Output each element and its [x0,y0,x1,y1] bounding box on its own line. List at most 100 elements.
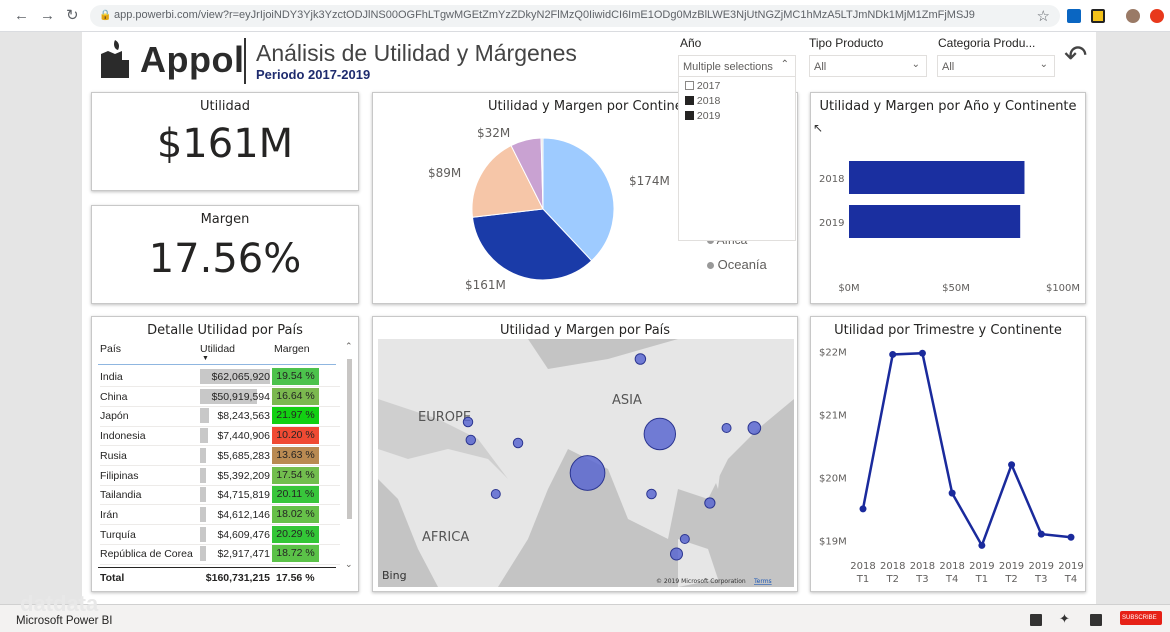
year-filter-list: 2017 2018 2019 [678,77,796,241]
year-filter-label: Año [680,36,702,50]
line-point[interactable] [948,489,956,497]
checkbox-checked-icon[interactable] [685,111,694,120]
url-text: app.powerbi.com/view?r=eyJrIjoiNDY3Yjk3Y… [114,9,975,21]
table-row[interactable]: Tailandia $4,715,819 20.11 % [100,485,322,505]
back-arrow-icon[interactable]: ↶ [1064,42,1087,70]
bar[interactable] [849,161,1025,194]
subscribe-button[interactable]: SUBSCRIBE [1120,611,1162,625]
scroll-up-icon[interactable]: ⌃ [345,341,353,352]
sort-desc-icon[interactable]: ▼ [202,355,209,362]
map-bubble[interactable] [747,421,762,435]
cell-utilidad: $7,440,906 [217,430,270,443]
table-row[interactable]: Turquía $4,609,476 20.29 % [100,525,322,545]
linkedin-extension-icon[interactable] [1067,9,1081,23]
header-divider [244,38,246,84]
cell-pais: Turquía [100,528,136,541]
map-bubble[interactable] [490,489,501,499]
map-bubble[interactable] [512,437,524,449]
line-point[interactable] [1008,461,1016,469]
column-header-margen[interactable]: Margen [274,343,310,355]
x-tick-label: T4 [945,574,958,585]
star-icon[interactable]: ☆ [1037,7,1050,25]
x-tick-label: 2018 [939,561,964,572]
cell-pais: Tailandia [100,489,142,502]
cell-utilidad: $8,243,563 [217,410,270,423]
notification-extension-icon[interactable] [1150,9,1164,23]
table-row[interactable]: India $62,065,920 19.54 % [100,367,322,387]
linkedin-icon[interactable] [1030,614,1042,626]
table-row[interactable]: China $50,919,594 16.64 % [100,387,322,407]
powerbi-extension-icon[interactable] [1091,9,1105,23]
year-option-2017[interactable]: 2017 [685,80,720,92]
line-point[interactable] [1067,533,1075,541]
x-tick-label: T3 [1034,574,1047,585]
line-point[interactable] [918,349,926,357]
map-bubble[interactable] [721,423,732,433]
avatar[interactable] [1126,9,1140,23]
address-bar[interactable]: 🔒 app.powerbi.com/view?r=eyJrIjoiNDY3Yjk… [90,5,1060,27]
line-point[interactable] [1037,530,1045,538]
map-bubble[interactable] [465,434,477,446]
y-tick-label: $22M [819,347,847,358]
categoria-filter-label: Categoria Produ... [938,36,1036,50]
tipo-filter-dropdown[interactable]: All ⌄ [809,55,927,77]
cell-utilidad: $62,065,920 [211,371,270,383]
map-bubble[interactable] [679,534,690,544]
legend-item-oceania[interactable]: Oceanía [707,257,767,272]
checkbox-empty-icon[interactable] [685,81,694,90]
column-header-utilidad[interactable]: Utilidad [200,343,235,355]
table-row[interactable]: Indonesia $7,440,906 10.20 % [100,426,322,446]
reload-icon[interactable]: ↻ [66,8,79,24]
pie-slice-label: $161M [465,278,506,292]
back-icon[interactable]: ← [14,8,29,24]
categoria-filter-dropdown[interactable]: All ⌄ [937,55,1055,77]
watermark-logo: datdata [20,591,99,616]
line-series[interactable] [861,351,1072,549]
year-option-label: 2019 [696,110,721,122]
cell-margen: 21.97 % [272,407,319,425]
report-page: Appol Análisis de Utilidad y Márgenes Pe… [82,32,1096,604]
scrollbar-thumb[interactable] [347,359,352,519]
map-terms-link[interactable]: Terms [753,578,772,585]
cell-utilidad: $4,609,476 [217,528,270,541]
kpi-card-utilidad: Utilidad $161M [91,92,359,191]
scroll-down-icon[interactable]: ⌄ [345,559,353,570]
year-option-label: 2018 [696,95,721,107]
column-header-pais[interactable]: País [100,343,121,355]
categoria-filter-value: All [942,61,955,73]
year-filter-dropdown[interactable]: Multiple selections ⌃ [678,55,796,77]
map-bubble[interactable] [462,416,474,428]
powerbi-footer: Microsoft Power BI datdata ✦ SUBSCRIBE [0,591,1170,632]
table-row[interactable]: Filipinas $5,392,209 17.54 % [100,466,322,486]
table-row[interactable]: Japón $8,243,563 21.97 % [100,406,322,426]
map-bubble[interactable] [704,497,716,509]
detail-table-card: Detalle Utilidad por País País Utilidad … [91,316,359,592]
map-chart[interactable]: EUROPE ASIA AFRICA Bing © 2019 Microsoft… [378,339,794,587]
twitter-icon[interactable]: ✦ [1059,611,1070,627]
table-row[interactable]: Rusia $5,685,283 13.63 % [100,446,322,466]
line-point[interactable] [889,350,897,358]
checkbox-checked-icon[interactable] [685,96,694,105]
map-bubble[interactable] [643,417,677,451]
table-row[interactable]: Irán $4,612,146 18.02 % [100,505,322,525]
facebook-icon[interactable] [1090,614,1102,626]
cell-utilidad: $4,612,146 [217,508,270,521]
year-option-2019[interactable]: 2019 [685,110,720,122]
line-point[interactable] [978,541,986,549]
page-subtitle: Periodo 2017-2019 [256,67,371,82]
table-row[interactable]: República de Corea $2,917,471 18.72 % [100,544,322,564]
kpi-card-margen: Margen 17.56% [91,205,359,304]
map-bubble[interactable] [646,488,657,500]
map-bubble[interactable] [569,455,606,491]
pie-slice-label: $89M [428,166,461,180]
x-tick-label: T2 [1004,574,1017,585]
map-bubble[interactable] [634,353,647,365]
total-margen: 17.56 % [276,572,315,584]
cell-pais: China [100,390,128,403]
forward-icon[interactable]: → [40,8,55,24]
line-point[interactable] [859,505,867,513]
map-bubble[interactable] [669,547,684,561]
year-option-2018[interactable]: 2018 [685,95,720,107]
bar[interactable] [849,205,1021,238]
table-scrollbar[interactable]: ⌃ ⌄ [344,341,354,570]
